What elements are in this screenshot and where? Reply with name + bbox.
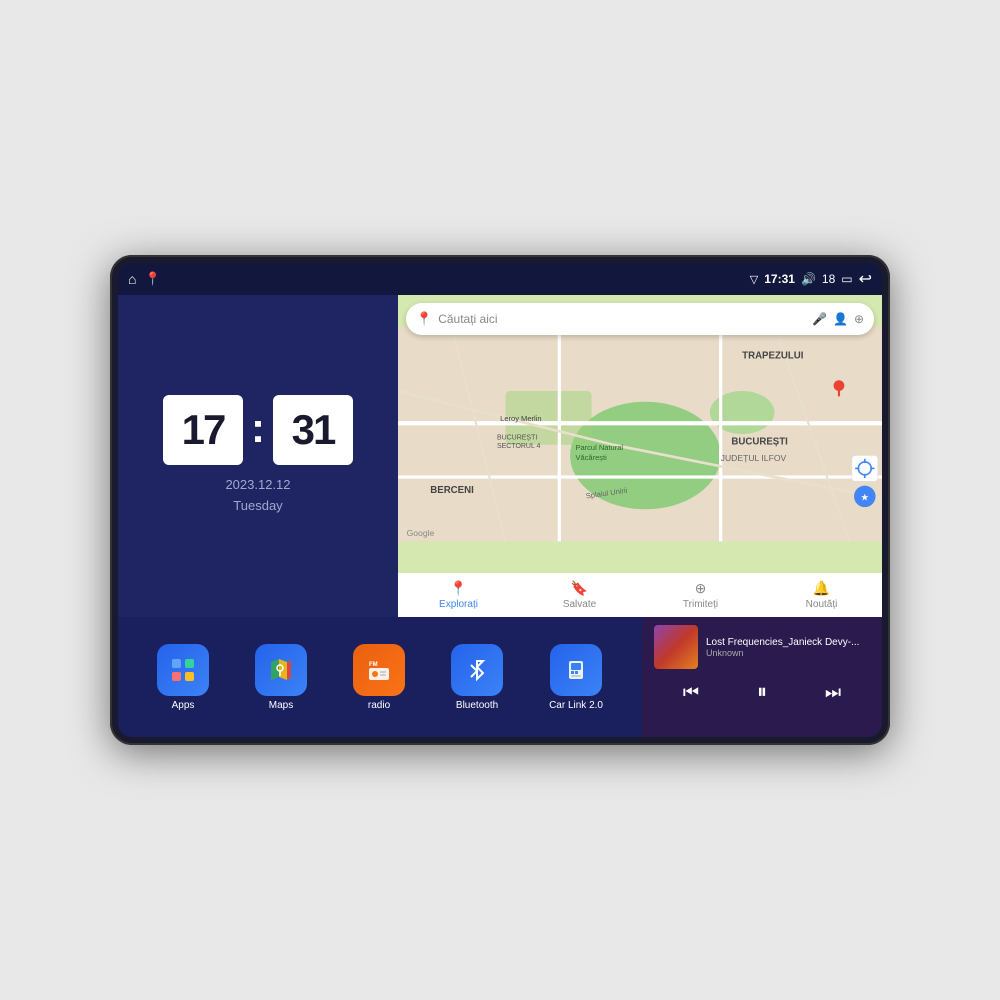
map-bottom-nav: 📍 Explorați 🔖 Salvate ⊕ Trimiteți 🔔: [398, 573, 882, 617]
map-nav-news[interactable]: 🔔 Noutăți: [761, 580, 882, 610]
battery-icon: ▭: [841, 272, 852, 286]
clock-minute: 31: [273, 395, 353, 465]
maps-icon-item[interactable]: Maps: [255, 644, 307, 711]
map-search-bar[interactable]: 📍 Căutați aici 🎤 👤 ⊕: [406, 303, 874, 335]
music-title: Lost Frequencies_Janieck Devy-...: [706, 637, 870, 648]
home-icon[interactable]: ⌂: [128, 271, 136, 287]
music-next-button[interactable]: ⏭: [817, 678, 849, 707]
explore-icon: 📍: [450, 580, 467, 597]
map-nav-explore[interactable]: 📍 Explorați: [398, 580, 519, 610]
news-icon: 🔔: [813, 580, 830, 597]
music-play-button[interactable]: ⏸: [749, 677, 775, 708]
svg-text:Google: Google: [407, 528, 435, 538]
battery-level: 18: [822, 272, 835, 286]
map-nav-news-label: Noutăți: [806, 599, 838, 610]
account-icon[interactable]: 👤: [833, 312, 848, 326]
music-artist: Unknown: [706, 648, 870, 658]
status-bar: ⌂ 📍 ▽ 17:31 🔊 18 ▭ ↩: [118, 263, 882, 295]
send-icon: ⊕: [695, 580, 707, 597]
svg-text:SECTORUL 4: SECTORUL 4: [497, 443, 541, 450]
apps-label: Apps: [172, 700, 195, 711]
back-icon[interactable]: ↩: [859, 269, 872, 289]
bluetooth-label: Bluetooth: [456, 700, 498, 711]
bluetooth-icon-item[interactable]: Bluetooth: [451, 644, 503, 711]
layers-icon[interactable]: ⊕: [854, 312, 864, 326]
music-info: Lost Frequencies_Janieck Devy-... Unknow…: [654, 625, 870, 669]
radio-label: radio: [368, 700, 390, 711]
top-section: 17 : 31 2023.12.12 Tuesday 📍 Căutați aic…: [118, 295, 882, 617]
maps-pin-icon[interactable]: 📍: [144, 271, 160, 287]
map-nav-explore-label: Explorați: [439, 599, 478, 610]
svg-text:BUCUREȘTI: BUCUREȘTI: [497, 434, 537, 441]
svg-text:BERCENI: BERCENI: [430, 485, 474, 496]
clock-date: 2023.12.12 Tuesday: [225, 475, 290, 517]
clock-widget: 17 : 31 2023.12.12 Tuesday: [118, 295, 398, 617]
car-head-unit: ⌂ 📍 ▽ 17:31 🔊 18 ▭ ↩ 17 :: [110, 255, 890, 745]
svg-text:JUDEȚUL ILFOV: JUDEȚUL ILFOV: [721, 453, 787, 463]
bluetooth-icon-bg: [451, 644, 503, 696]
map-body: TRAPEZULUI BUCUREȘTI JUDEȚUL ILFOV BERCE…: [398, 295, 882, 573]
clock-hour: 17: [163, 395, 243, 465]
clock-display: 17 : 31: [163, 395, 353, 465]
volume-icon: 🔊: [801, 272, 816, 286]
bottom-section: Apps: [118, 617, 882, 737]
radio-icon-bg: FM: [353, 644, 405, 696]
svg-text:Leroy Merlin: Leroy Merlin: [500, 414, 541, 423]
map-nav-send[interactable]: ⊕ Trimiteți: [640, 580, 761, 610]
svg-text:★: ★: [860, 493, 869, 504]
signal-icon: ▽: [750, 273, 758, 286]
map-nav-saved[interactable]: 🔖 Salvate: [519, 580, 640, 610]
music-prev-button[interactable]: ⏮: [675, 678, 707, 707]
svg-text:BUCUREȘTI: BUCUREȘTI: [731, 437, 788, 448]
radio-icon-item[interactable]: FM radio: [353, 644, 405, 711]
status-right: ▽ 17:31 🔊 18 ▭ ↩: [750, 269, 872, 289]
map-widget: 📍 Căutați aici 🎤 👤 ⊕: [398, 295, 882, 617]
device-screen: ⌂ 📍 ▽ 17:31 🔊 18 ▭ ↩ 17 :: [118, 263, 882, 737]
svg-text:TRAPEZULUI: TRAPEZULUI: [742, 351, 804, 362]
svg-text:FM: FM: [369, 662, 378, 668]
status-left: ⌂ 📍: [128, 271, 161, 287]
maps-label: Maps: [269, 700, 293, 711]
music-text: Lost Frequencies_Janieck Devy-... Unknow…: [706, 637, 870, 658]
maps-icon-bg: [255, 644, 307, 696]
main-content: 17 : 31 2023.12.12 Tuesday 📍 Căutați aic…: [118, 295, 882, 737]
map-nav-send-label: Trimiteți: [683, 599, 718, 610]
app-icons-area: Apps: [118, 617, 642, 737]
svg-text:Văcărești: Văcărești: [575, 453, 607, 462]
mic-icon[interactable]: 🎤: [812, 312, 827, 326]
map-search-placeholder[interactable]: Căutați aici: [438, 312, 806, 326]
clock-colon: :: [251, 404, 265, 452]
map-nav-saved-label: Salvate: [563, 599, 596, 610]
music-thumbnail: [654, 625, 698, 669]
status-time: 17:31: [764, 272, 795, 286]
apps-icon-item[interactable]: Apps: [157, 644, 209, 711]
saved-icon: 🔖: [571, 580, 588, 597]
carlink-icon-bg: [550, 644, 602, 696]
map-search-icons: 🎤 👤 ⊕: [812, 312, 864, 326]
carlink-label: Car Link 2.0: [549, 700, 603, 711]
music-player: Lost Frequencies_Janieck Devy-... Unknow…: [642, 617, 882, 737]
carlink-icon-item[interactable]: Car Link 2.0: [549, 644, 603, 711]
music-controls: ⏮ ⏸ ⏭: [654, 677, 870, 708]
apps-icon-bg: [157, 644, 209, 696]
map-location-icon: 📍: [416, 311, 432, 327]
svg-text:Parcul Natural: Parcul Natural: [575, 443, 623, 452]
